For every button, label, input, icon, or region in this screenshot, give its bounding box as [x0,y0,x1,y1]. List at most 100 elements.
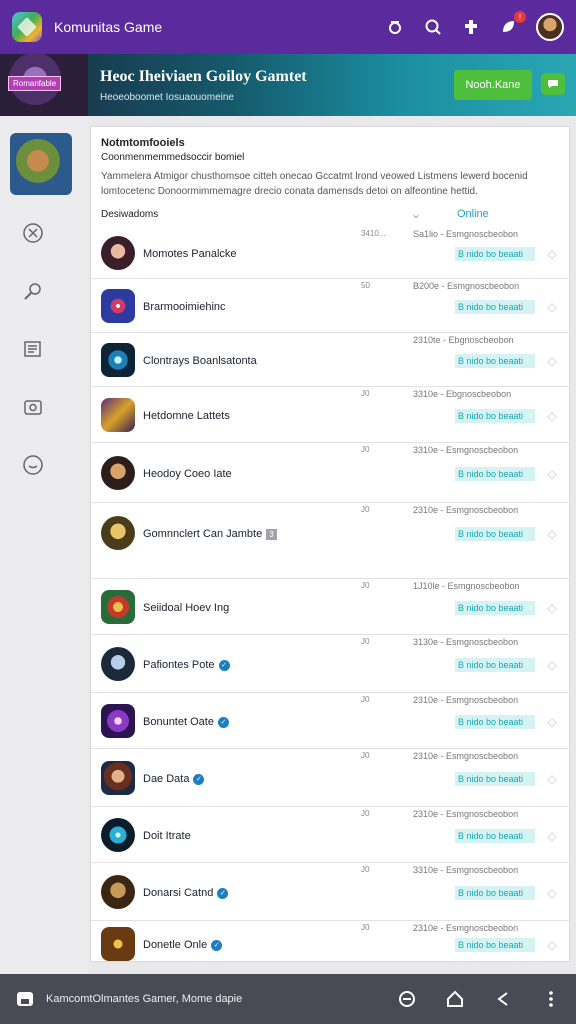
game-icon[interactable] [101,590,135,624]
selected-game-thumbnail[interactable] [10,133,72,195]
game-rank: J0 [361,581,370,590]
game-name[interactable]: Clontrays Boanlsatonta [143,355,257,367]
game-icon[interactable] [101,516,135,550]
game-name[interactable]: Brarmooimiehinc [143,301,226,313]
game-icon[interactable] [101,236,135,270]
game-row[interactable]: Pafiontes Pote ✓ J0 3130e - Esmgnoscbeobon B… [91,635,569,693]
verified-icon: ✓ [217,887,229,899]
game-row[interactable]: Heodoy Coeo Iate J0 3310e - Esmgnoscbeobon… [91,443,569,503]
game-row[interactable]: Dae Data ✓ J0 2310e - Esmgnoscbeobon B nido … [91,749,569,807]
game-list: Momotes Panalcke 3410... Sa1lio - Esmgnosc… [91,227,569,961]
notifications-icon[interactable]: ! [498,11,526,38]
game-icon[interactable] [101,647,135,681]
refresh-icon[interactable] [396,988,418,1010]
game-icon[interactable] [101,704,135,738]
puzzle-icon[interactable] [460,16,482,38]
game-row[interactable]: Doit Itrate J0 2310e - Esmgnoscbeobon B nid… [91,807,569,863]
follow-toggle-icon[interactable]: ◇ [545,601,559,615]
game-name[interactable]: Hetdomne Lattets [143,410,230,422]
panel-description: Yammelera Atmigor chusthomsoe citteh one… [101,171,528,197]
user-avatar[interactable] [536,13,564,41]
game-name[interactable]: Bonuntet Oate ✓ [143,716,229,728]
game-name[interactable]: Momotes Panalcke [143,248,237,260]
game-name-text: Hetdomne Lattets [143,410,230,422]
chevron-down-icon[interactable]: ⌄ [411,207,421,221]
app-logo-icon[interactable] [12,12,42,42]
game-row[interactable]: Bonuntet Oate ✓ J0 2310e - Esmgnoscbeobon B … [91,693,569,749]
game-row[interactable]: Momotes Panalcke 3410... Sa1lio - Esmgnosc… [91,227,569,279]
follow-toggle-icon[interactable]: ◇ [545,658,559,672]
follow-toggle-icon[interactable]: ◇ [545,409,559,423]
follow-toggle-icon[interactable]: ◇ [545,938,559,952]
game-name[interactable]: Doit Itrate [143,830,191,842]
game-name-text: Momotes Panalcke [143,248,237,260]
game-name[interactable]: Heodoy Coeo Iate [143,468,232,480]
close-circle-icon[interactable] [22,222,44,244]
follow-toggle-icon[interactable]: ◇ [545,772,559,786]
follow-toggle-icon[interactable]: ◇ [545,527,559,541]
game-name[interactable]: Seiidoal Hoev Ing [143,602,229,614]
follow-toggle-icon[interactable]: ◇ [545,715,559,729]
chat-icon[interactable] [541,73,565,95]
app-title: Komunitas Game [54,19,163,35]
game-icon[interactable] [101,456,135,490]
game-rank: J0 [361,865,370,874]
online-status-badge: B nido bo beaati [455,829,535,843]
store-icon[interactable] [14,988,36,1010]
game-row[interactable]: Donarsi Catnd ✓ J0 3310e - Esmgnoscbeobon B … [91,863,569,921]
game-name[interactable]: Dae Data ✓ [143,773,205,785]
game-icon[interactable] [101,398,135,432]
banner-action-button[interactable]: Nooh.Kane [454,70,532,100]
filter-dropdown-label[interactable]: Desiwadoms [101,209,158,220]
game-icon[interactable] [101,289,135,323]
follow-toggle-icon[interactable]: ◇ [545,467,559,481]
game-icon[interactable] [101,875,135,909]
follow-toggle-icon[interactable]: ◇ [545,300,559,314]
game-icon[interactable] [101,761,135,795]
online-status-badge: B nido bo beaati [455,527,535,541]
smiley-icon[interactable] [22,454,44,476]
notification-badge: ! [514,11,526,23]
search-tool-icon[interactable] [22,280,44,302]
online-status-badge: B nido bo beaati [455,354,535,368]
game-name[interactable]: Donarsi Catnd ✓ [143,887,229,899]
game-row[interactable]: Donetle Onle ✓ J0 2310e - Esmgnoscbeobon B n… [91,921,569,961]
left-sidebar [0,116,88,974]
follow-toggle-icon[interactable]: ◇ [545,247,559,261]
game-name-text: Pafiontes Pote [143,659,215,671]
game-name[interactable]: Gomnnclert Can Jambte 3 [143,528,277,540]
game-rank: J0 [361,695,370,704]
edit-list-icon[interactable] [22,338,44,360]
game-meta: 2310e - Esmgnoscbeobon [413,505,519,515]
share-icon[interactable] [492,988,514,1010]
game-name-text: Donarsi Catnd [143,887,214,899]
game-name[interactable]: Donetle Onle ✓ [143,939,223,951]
verified-icon: ✓ [218,659,230,671]
game-row[interactable]: Clontrays Boanlsatonta 2310te - Ebgnoscbe… [91,333,569,387]
online-status-badge: B nido bo beaati [455,886,535,900]
camera-icon[interactable] [22,396,44,418]
game-name-text: Doit Itrate [143,830,191,842]
game-name-text: Seiidoal Hoev Ing [143,602,230,614]
follow-toggle-icon[interactable]: ◇ [545,886,559,900]
game-meta: Sa1lio - Esmgnoscbeobon [413,229,519,239]
bottom-bar: KamcomtOlmantes Gamer, Mome dapie [0,974,576,1024]
game-rank: J0 [361,809,370,818]
more-vertical-icon[interactable] [540,988,562,1010]
game-row[interactable]: Seiidoal Hoev Ing J0 1J10le - Esmgnoscbeob… [91,579,569,635]
game-icon[interactable] [101,818,135,852]
game-icon[interactable] [101,343,135,377]
online-filter[interactable]: Online [457,208,489,220]
filter-row: Desiwadoms ⌄ Online [91,203,569,227]
follow-toggle-icon[interactable]: ◇ [545,354,559,368]
search-icon[interactable] [422,16,444,38]
game-meta: 1J10le - Esmgnoscbeobon [413,581,520,591]
game-row[interactable]: Hetdomne Lattets J0 3310e - Ebgnoscbeobon B… [91,387,569,443]
game-name[interactable]: Pafiontes Pote ✓ [143,659,230,671]
game-row[interactable]: Gomnnclert Can Jambte 3 J0 2310e - Esmgnosc… [91,503,569,579]
game-icon[interactable] [101,927,135,961]
controller-icon[interactable] [384,16,406,38]
follow-toggle-icon[interactable]: ◇ [545,829,559,843]
home-icon[interactable] [444,988,466,1010]
game-row[interactable]: Brarmooimiehinc 50 B200e - Esmgnoscbeobon B… [91,279,569,333]
